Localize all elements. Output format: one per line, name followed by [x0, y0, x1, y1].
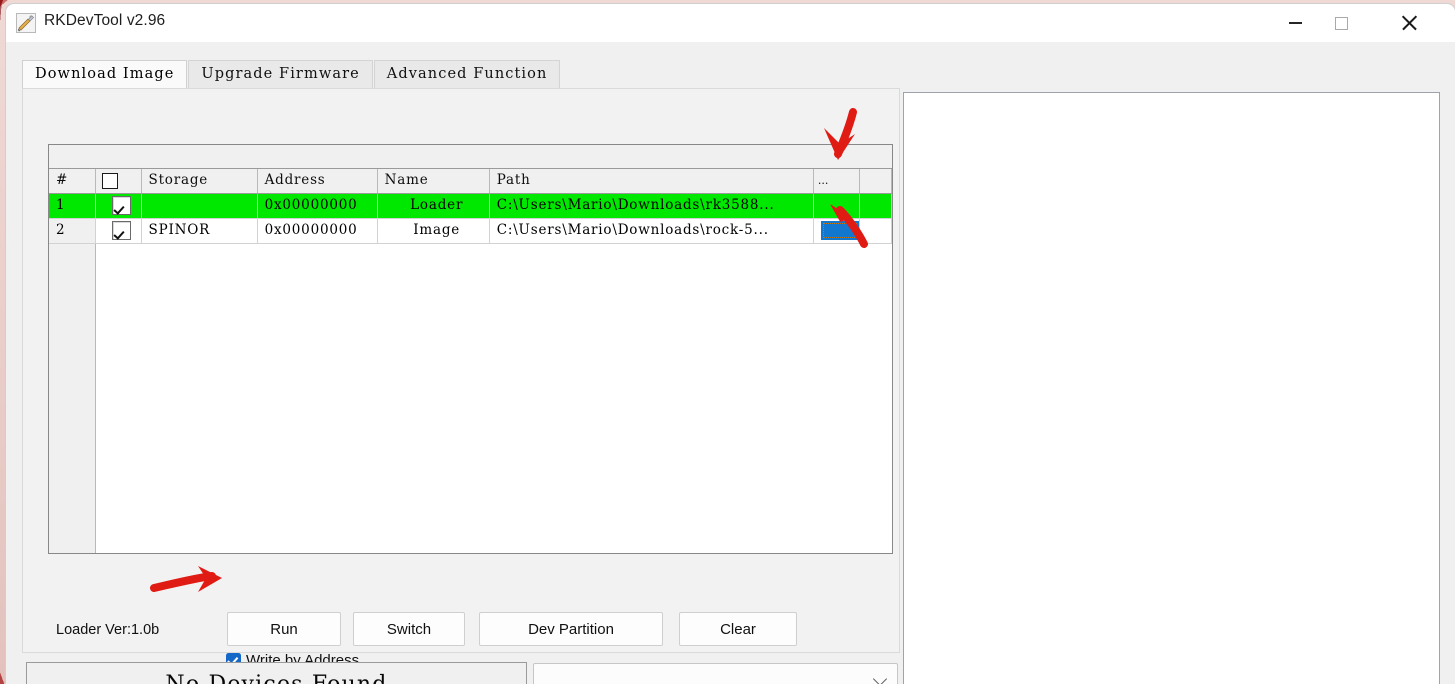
row-number: 2 — [49, 218, 96, 244]
partition-table: # Storage Address Name Path ... 1 0x0000… — [49, 169, 892, 244]
tab-advanced-function[interactable]: Advanced Function — [373, 60, 561, 88]
column-header-browse[interactable]: ... — [813, 169, 860, 194]
run-button[interactable]: Run — [227, 612, 341, 646]
status-bar: No Devices Found — [26, 662, 527, 684]
tools-icon — [16, 13, 36, 33]
select-all-checkbox[interactable] — [101, 172, 118, 189]
tab-strip: Download Image Upgrade Firmware Advanced… — [22, 60, 561, 88]
column-header-path[interactable]: Path — [489, 169, 814, 194]
switch-button[interactable]: Switch — [353, 612, 465, 646]
title-bar: RKDevTool v2.96 — [6, 4, 1455, 42]
row-checkbox-cell[interactable] — [95, 218, 142, 244]
tab-download-image[interactable]: Download Image — [22, 60, 188, 88]
column-header-name[interactable]: Name — [377, 169, 490, 194]
dev-partition-button[interactable]: Dev Partition — [479, 612, 663, 646]
log-output-panel[interactable] — [903, 92, 1440, 684]
row-tail — [859, 218, 892, 244]
column-header-tail — [859, 169, 892, 194]
row-browse-cell[interactable] — [813, 218, 860, 244]
table-row[interactable]: 1 0x00000000 Loader C:\Users\Mario\Downl… — [49, 193, 892, 219]
column-header-number[interactable]: # — [49, 169, 96, 194]
rkdevtool-window: RKDevTool v2.96 Download Image Upgrade F… — [6, 4, 1455, 684]
browse-button-row1[interactable] — [820, 195, 859, 215]
column-header-address[interactable]: Address — [257, 169, 378, 194]
grid-top-strip — [49, 145, 892, 169]
table-row[interactable]: 2 SPINOR 0x00000000 Image C:\Users\Mario… — [49, 218, 892, 244]
row-storage[interactable]: SPINOR — [141, 218, 258, 244]
row-path[interactable]: C:\Users\Mario\Downloads\rock-5... — [489, 218, 814, 244]
row-name[interactable]: Loader — [377, 193, 490, 219]
loader-version-label: Loader Ver:1.0b — [56, 622, 160, 638]
row-address[interactable]: 0x00000000 — [257, 193, 378, 219]
row-checkbox[interactable] — [112, 220, 132, 240]
row-name[interactable]: Image — [377, 218, 490, 244]
column-header-checkbox[interactable] — [95, 169, 142, 194]
grid-row-gutter — [49, 242, 96, 553]
table-header-row: # Storage Address Name Path ... — [49, 169, 892, 194]
row-tail — [859, 193, 892, 219]
row-number: 1 — [49, 193, 96, 219]
row-storage[interactable] — [141, 193, 258, 219]
partition-grid[interactable]: # Storage Address Name Path ... 1 0x0000… — [48, 144, 893, 554]
row-checkbox[interactable] — [112, 195, 132, 215]
window-body: Download Image Upgrade Firmware Advanced… — [6, 42, 1455, 684]
chevron-down-icon — [872, 671, 888, 684]
clear-button[interactable]: Clear — [679, 612, 797, 646]
browse-button-row2[interactable] — [820, 220, 859, 240]
tab-upgrade-firmware[interactable]: Upgrade Firmware — [188, 60, 373, 88]
minimize-button[interactable] — [1272, 4, 1318, 42]
grid-empty-area — [49, 242, 892, 553]
maximize-button[interactable] — [1318, 4, 1364, 42]
close-button[interactable] — [1386, 4, 1432, 42]
row-address[interactable]: 0x00000000 — [257, 218, 378, 244]
minimize-icon — [1288, 22, 1302, 24]
download-image-panel: # Storage Address Name Path ... 1 0x0000… — [22, 88, 900, 669]
column-header-storage[interactable]: Storage — [141, 169, 258, 194]
window-title: RKDevTool v2.96 — [44, 12, 166, 29]
maximize-icon — [1334, 16, 1348, 30]
close-icon — [1401, 15, 1417, 31]
row-browse-cell[interactable] — [813, 193, 860, 219]
device-select-combo[interactable] — [533, 663, 898, 684]
row-checkbox-cell[interactable] — [95, 193, 142, 219]
row-path[interactable]: C:\Users\Mario\Downloads\rk3588... — [489, 193, 814, 219]
device-status-text: No Devices Found — [165, 671, 388, 684]
